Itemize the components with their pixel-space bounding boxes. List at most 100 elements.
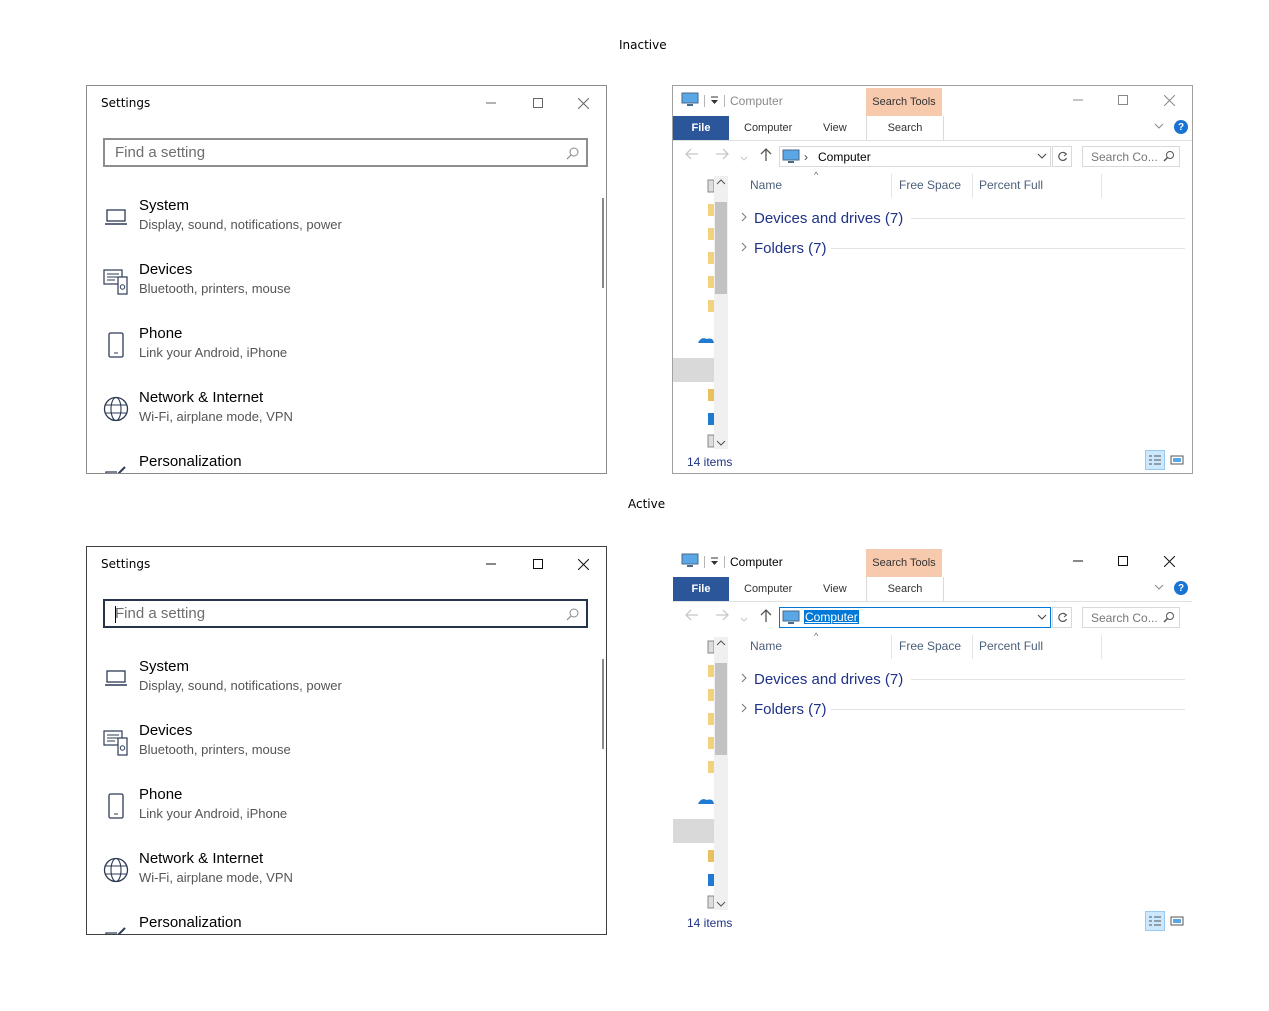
- settings-item-network[interactable]: Network & Internet Wi-Fi, airplane mode,…: [103, 389, 573, 441]
- large-icons-view-button[interactable]: [1167, 911, 1187, 931]
- minimize-button[interactable]: [476, 92, 506, 114]
- minimize-button[interactable]: [1063, 552, 1093, 570]
- settings-item-phone[interactable]: Phone Link your Android, iPhone: [103, 786, 573, 838]
- recent-locations-button[interactable]: [740, 611, 748, 626]
- refresh-button[interactable]: [1052, 607, 1072, 628]
- minimize-button[interactable]: [476, 553, 506, 575]
- search-input[interactable]: [115, 142, 545, 163]
- column-header-percent-full[interactable]: Percent Full: [979, 639, 1043, 653]
- settings-item-system[interactable]: System Display, sound, notifications, po…: [103, 197, 573, 249]
- settings-item-system[interactable]: System Display, sound, notifications, po…: [103, 658, 573, 710]
- chevron-right-icon[interactable]: [740, 672, 752, 687]
- tab-file[interactable]: File: [673, 116, 729, 140]
- customize-toolbar-icon[interactable]: [710, 94, 719, 108]
- scrollbar-thumb[interactable]: [602, 659, 604, 749]
- column-divider[interactable]: [1101, 174, 1102, 198]
- close-button[interactable]: [1154, 552, 1184, 570]
- settings-item-devices[interactable]: Devices Bluetooth, printers, mouse: [103, 261, 573, 313]
- tab-computer[interactable]: Computer: [744, 122, 792, 134]
- chevron-down-icon[interactable]: [1037, 610, 1047, 624]
- explorer-window-active: Computer Search Tools File Computer View…: [672, 546, 1193, 935]
- chevron-right-icon[interactable]: [740, 211, 752, 226]
- tab-computer[interactable]: Computer: [744, 583, 792, 595]
- settings-item-personalization[interactable]: Personalization: [103, 453, 573, 473]
- column-divider[interactable]: [972, 174, 973, 198]
- computer-icon[interactable]: [681, 92, 699, 110]
- find-setting-search[interactable]: [103, 138, 588, 167]
- nav-pane-scroll-thumb[interactable]: [715, 663, 727, 755]
- refresh-button[interactable]: [1052, 146, 1072, 167]
- column-divider[interactable]: [972, 635, 973, 659]
- column-header-name[interactable]: Name: [750, 178, 782, 192]
- close-button[interactable]: [568, 553, 598, 575]
- close-button[interactable]: [1154, 91, 1184, 109]
- search-placeholder: Search Co...: [1091, 150, 1158, 164]
- chevron-right-icon[interactable]: ›: [804, 150, 808, 164]
- search-field[interactable]: Search Co...: [1082, 146, 1180, 167]
- tab-view[interactable]: View: [823, 122, 847, 134]
- tab-file[interactable]: File: [673, 577, 729, 601]
- chevron-down-icon[interactable]: [1154, 582, 1164, 594]
- help-icon[interactable]: ?: [1174, 120, 1188, 134]
- group-devices-and-drives[interactable]: Devices and drives (7): [740, 210, 903, 227]
- address-bar[interactable]: › Computer: [779, 146, 1051, 167]
- customize-toolbar-icon[interactable]: [710, 555, 719, 569]
- address-bar[interactable]: Computer: [779, 607, 1051, 628]
- settings-item-phone[interactable]: Phone Link your Android, iPhone: [103, 325, 573, 377]
- help-icon[interactable]: ?: [1174, 581, 1188, 595]
- tab-view[interactable]: View: [823, 583, 847, 595]
- address-path[interactable]: Computer: [818, 150, 871, 164]
- computer-icon[interactable]: [681, 553, 699, 571]
- tab-search[interactable]: Search: [866, 577, 944, 601]
- back-button[interactable]: [685, 148, 699, 163]
- forward-button[interactable]: [715, 609, 729, 624]
- chevron-down-icon[interactable]: [1037, 149, 1047, 163]
- maximize-button[interactable]: [523, 553, 553, 575]
- chevron-right-icon[interactable]: [740, 702, 752, 717]
- address-path-selected[interactable]: Computer: [804, 610, 859, 624]
- personalization-icon: [103, 920, 129, 934]
- maximize-button[interactable]: [1108, 552, 1138, 570]
- column-divider[interactable]: [891, 174, 892, 198]
- maximize-button[interactable]: [523, 92, 553, 114]
- details-view-button[interactable]: [1145, 911, 1165, 931]
- maximize-icon: [1118, 95, 1128, 105]
- group-devices-and-drives[interactable]: Devices and drives (7): [740, 671, 903, 688]
- chevron-right-icon[interactable]: [740, 241, 752, 256]
- recent-locations-button[interactable]: [740, 150, 748, 165]
- details-view-button[interactable]: [1145, 450, 1165, 470]
- nav-item-this-pc-selected[interactable]: [673, 358, 717, 382]
- settings-item-network[interactable]: Network & Internet Wi-Fi, airplane mode,…: [103, 850, 573, 902]
- divider: [724, 556, 725, 568]
- search-field[interactable]: Search Co...: [1082, 607, 1180, 628]
- globe-icon: [103, 395, 129, 423]
- nav-pane-scroll-thumb[interactable]: [715, 202, 727, 294]
- up-button[interactable]: [760, 609, 772, 626]
- scrollbar-thumb[interactable]: [602, 198, 604, 288]
- search-input[interactable]: [115, 603, 545, 624]
- settings-item-personalization[interactable]: Personalization: [103, 914, 573, 934]
- group-folders[interactable]: Folders (7): [740, 701, 827, 718]
- up-button[interactable]: [760, 148, 772, 165]
- group-divider: [831, 248, 1185, 249]
- chevron-down-icon[interactable]: [1154, 121, 1164, 133]
- forward-arrow-icon: [716, 148, 729, 160]
- minimize-button[interactable]: [1063, 91, 1093, 109]
- column-divider[interactable]: [891, 635, 892, 659]
- maximize-icon: [533, 559, 543, 569]
- large-icons-view-button[interactable]: [1167, 450, 1187, 470]
- column-header-free-space[interactable]: Free Space: [899, 178, 961, 192]
- settings-item-devices[interactable]: Devices Bluetooth, printers, mouse: [103, 722, 573, 774]
- maximize-button[interactable]: [1108, 91, 1138, 109]
- close-button[interactable]: [568, 92, 598, 114]
- forward-button[interactable]: [715, 148, 729, 163]
- column-header-percent-full[interactable]: Percent Full: [979, 178, 1043, 192]
- column-divider[interactable]: [1101, 635, 1102, 659]
- back-button[interactable]: [685, 609, 699, 624]
- tab-search[interactable]: Search: [866, 116, 944, 140]
- find-setting-search[interactable]: [103, 599, 588, 628]
- column-header-free-space[interactable]: Free Space: [899, 639, 961, 653]
- group-folders[interactable]: Folders (7): [740, 240, 827, 257]
- column-header-name[interactable]: Name: [750, 639, 782, 653]
- nav-item-this-pc-selected[interactable]: [673, 819, 717, 843]
